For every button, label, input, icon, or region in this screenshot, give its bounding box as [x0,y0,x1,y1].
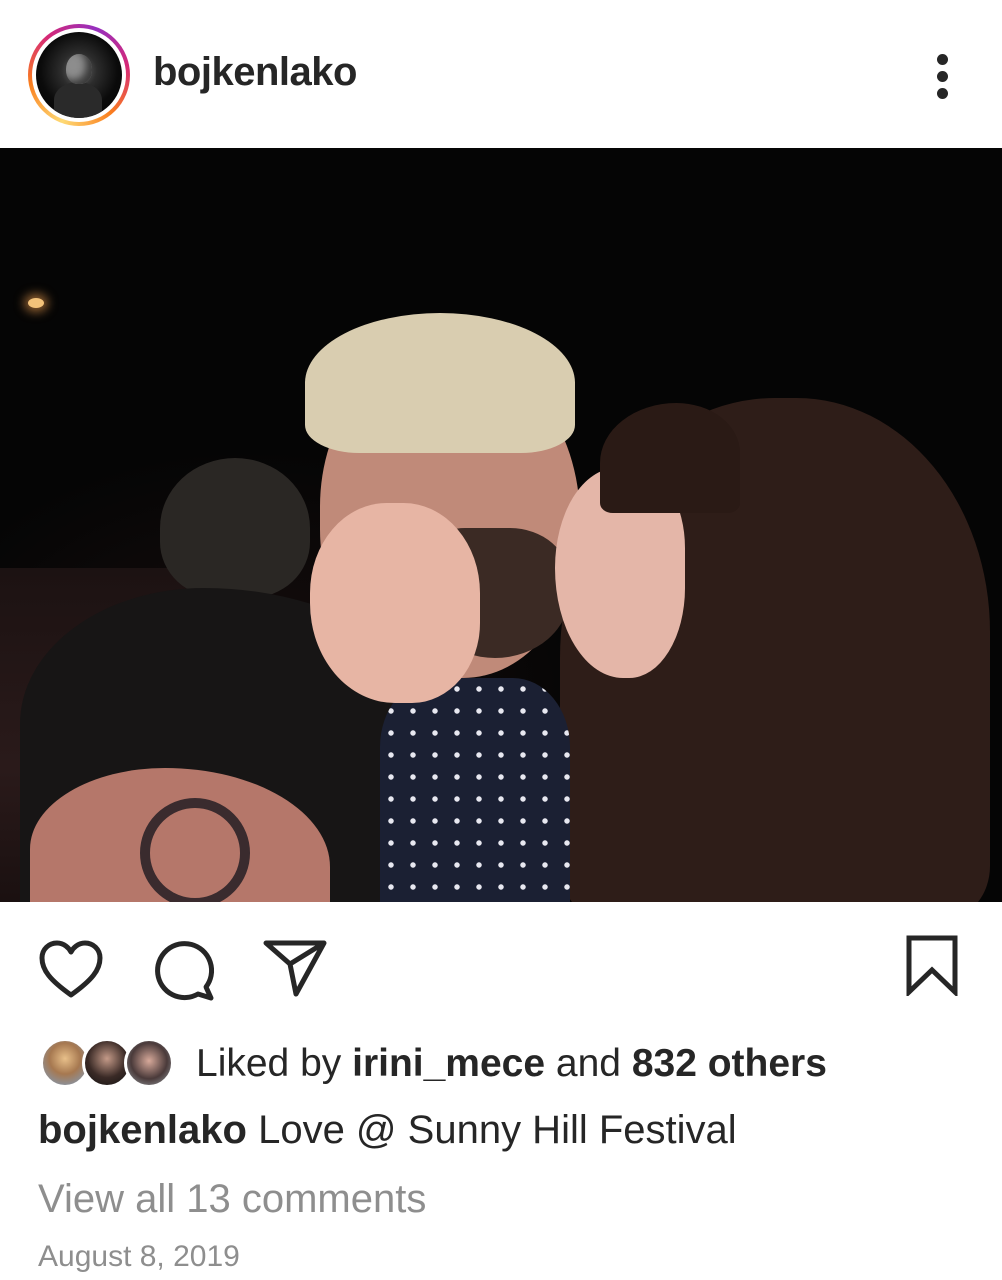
more-dot [937,54,948,65]
photo-polka-dot-sleeve [380,678,570,902]
photo-light [28,298,44,308]
post-date: August 8, 2019 [38,1240,240,1273]
likes-prefix: Liked by [196,1042,342,1085]
caption-username[interactable]: bojkenlako [38,1108,247,1152]
photo-tattoo [140,798,250,902]
share-send-icon[interactable] [262,938,328,998]
likes-others-link[interactable]: 832 others [632,1042,827,1085]
story-ring[interactable] [28,24,130,126]
more-dot [937,88,948,99]
likes-text[interactable]: Liked by irini_mece and 832 others [196,1042,827,1086]
post-caption: bojkenlako Love @ Sunny Hill Festival [38,1108,737,1153]
photo-man-hair [305,313,575,453]
photo-background-person [160,458,310,598]
action-bar [0,902,1002,1032]
more-dot [937,71,948,82]
likes-row[interactable]: Liked by irini_mece and 832 others [40,1038,970,1092]
post-photo[interactable] [0,148,1002,902]
first-liker-link[interactable]: irini_mece [352,1042,545,1085]
photo-woman-fringe [600,403,740,513]
photo-hand [310,503,480,703]
liker-avatar [124,1038,174,1088]
avatar-head [66,54,92,84]
caption-text: Love @ Sunny Hill Festival [258,1108,737,1152]
bookmark-icon[interactable] [904,934,960,996]
comment-icon[interactable] [150,940,216,1002]
post-username[interactable]: bojkenlako [153,50,357,95]
avatar[interactable] [36,32,122,118]
view-all-comments-link[interactable]: View all 13 comments [38,1177,426,1222]
heart-icon[interactable] [38,940,104,1000]
avatar-shoulder [54,82,102,118]
likes-connector: and [555,1042,621,1085]
post-header: bojkenlako [0,0,1002,148]
more-options-icon[interactable] [922,46,962,106]
